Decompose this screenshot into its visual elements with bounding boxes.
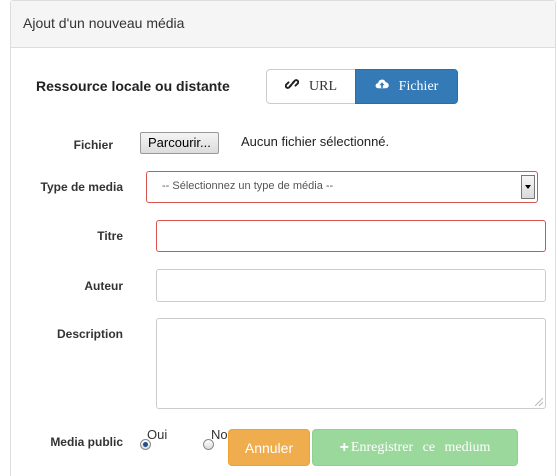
cloud-upload-icon (375, 78, 389, 95)
link-icon (284, 77, 300, 96)
resize-grip-icon[interactable] (535, 398, 543, 406)
file-toggle-label: Fichier (398, 78, 439, 94)
media-type-select[interactable]: -- Sélectionnez un type de média -- (146, 171, 538, 203)
url-toggle-button[interactable]: URL (266, 69, 356, 104)
description-textarea[interactable] (156, 318, 546, 409)
author-label: Auteur (84, 279, 123, 293)
media-public-label: Media public (50, 435, 123, 449)
media-type-selected-value: -- Sélectionnez un type de média -- (162, 180, 334, 192)
save-medium-button[interactable]: + Enregistrer ce medium (312, 429, 518, 466)
title-label: Titre (97, 229, 123, 243)
source-label: Ressource locale ou distante (36, 78, 230, 94)
file-toggle-button[interactable]: Fichier (355, 69, 458, 104)
title-input[interactable] (156, 220, 546, 252)
description-label: Description (56, 327, 123, 341)
file-status-text: Aucun fichier sélectionné. (241, 134, 390, 149)
author-input[interactable] (156, 269, 546, 302)
browse-button[interactable]: Parcourir... (140, 132, 219, 154)
save-medium-label: Enregistrer ce medium (350, 439, 491, 455)
chevron-down-icon[interactable] (521, 175, 535, 199)
file-label: Fichier (73, 138, 113, 152)
public-yes-label[interactable]: Oui (147, 427, 167, 442)
media-type-label: Type de media (40, 180, 123, 194)
url-toggle-label: URL (309, 78, 337, 94)
plus-icon: + (339, 438, 349, 456)
cancel-button[interactable]: Annuler (228, 429, 310, 466)
panel-title: Ajout d'un nouveau média (11, 1, 555, 48)
